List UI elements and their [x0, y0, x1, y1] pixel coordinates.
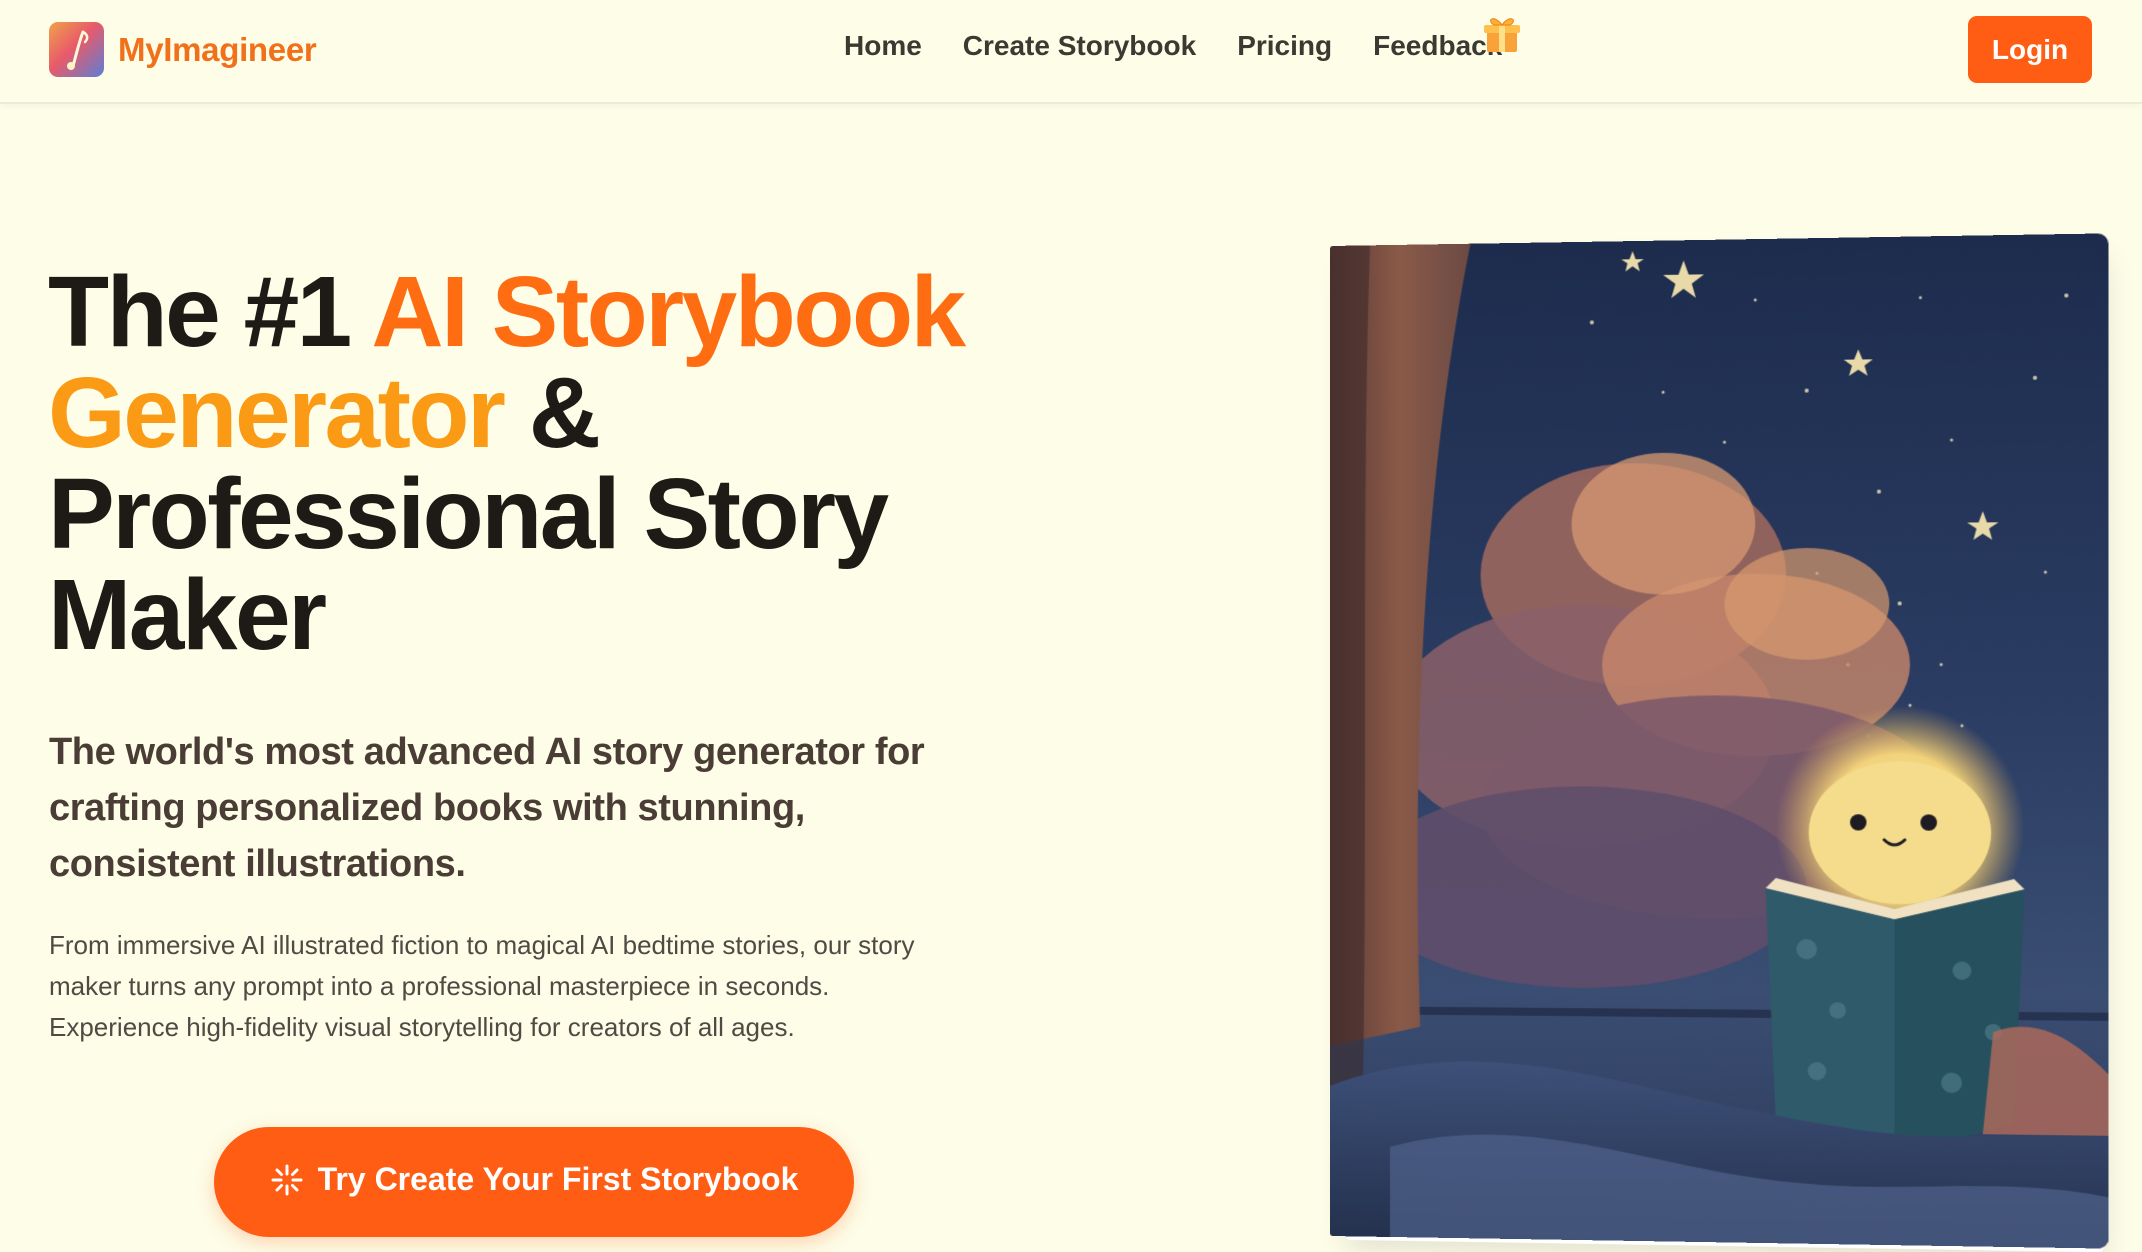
login-button[interactable]: Login: [1968, 16, 2092, 83]
main-nav: Home Create Storybook Pricing Feedback: [844, 18, 1521, 62]
hero-title: The #1 AI Storybook Generator & Professi…: [48, 262, 1048, 666]
hero-title-part2: &: [503, 357, 601, 469]
nav-link-feedback[interactable]: Feedback: [1373, 18, 1521, 62]
cta-label: Try Create Your First Storybook: [317, 1161, 799, 1197]
hero-title-highlight-2: Generator: [48, 357, 506, 469]
hero-title-line3: Professional Story: [48, 458, 889, 570]
hero-title-part1: The #1: [48, 256, 372, 368]
brand-logo-icon: [49, 22, 104, 77]
storybook-cover-illustration: [1330, 233, 2109, 1249]
brand-name: MyImagineer: [118, 30, 317, 68]
hero-description: From immersive AI illustrated fiction to…: [49, 930, 915, 1042]
cta-create-storybook-button[interactable]: Try Create Your First Storybook: [214, 1127, 854, 1237]
hero-title-highlight-1: AI Storybook: [371, 256, 966, 368]
nav-link-home[interactable]: Home: [844, 30, 922, 62]
top-navbar: MyImagineer Home Create Storybook Pricin…: [0, 0, 2142, 104]
hero-subtitle: The world's most advanced AI story gener…: [49, 731, 925, 885]
storybook-cover-preview: [1330, 233, 2110, 1252]
hero-title-line4: Maker: [48, 559, 327, 671]
nav-link-pricing[interactable]: Pricing: [1237, 30, 1332, 62]
nav-link-create-storybook[interactable]: Create Storybook: [963, 30, 1196, 62]
gift-icon: [1480, 12, 1524, 63]
sparkle-icon: [270, 1161, 304, 1205]
brand-logo-link[interactable]: MyImagineer: [49, 22, 317, 77]
